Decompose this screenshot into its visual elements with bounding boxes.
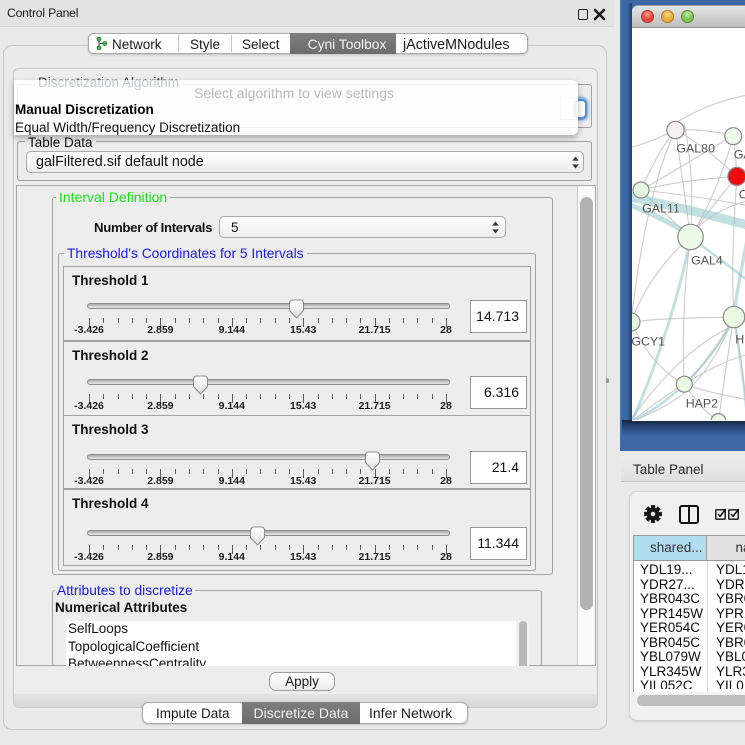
svg-text:CY: CY xyxy=(739,188,745,202)
svg-text:H: H xyxy=(735,333,744,347)
svg-text:GCY1: GCY1 xyxy=(632,335,665,349)
svg-text:GAL80: GAL80 xyxy=(676,141,715,155)
svg-text:GAL4: GAL4 xyxy=(691,253,723,267)
svg-text:HAP2: HAP2 xyxy=(686,397,718,411)
svg-text:GA: GA xyxy=(734,148,745,162)
svg-text:GAL11: GAL11 xyxy=(642,201,680,215)
